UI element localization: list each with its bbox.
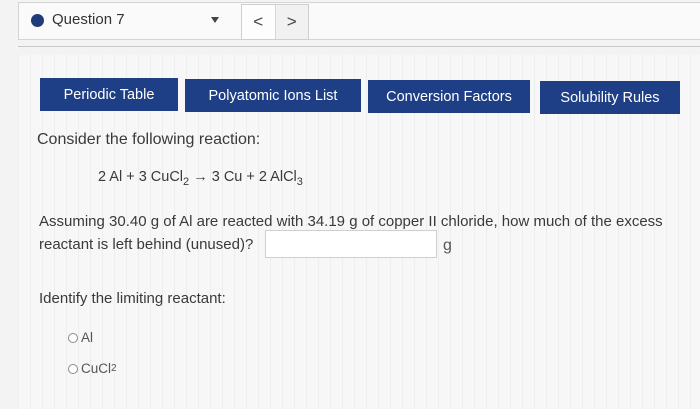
periodic-table-button[interactable]: Periodic Table: [40, 78, 178, 111]
question-nav: < >: [241, 4, 309, 40]
option-cucl2-subscript: 2: [111, 363, 117, 374]
option-al[interactable]: Al: [68, 330, 93, 345]
question-label[interactable]: Question 7: [52, 11, 125, 28]
conversion-factors-button[interactable]: Conversion Factors: [368, 80, 530, 113]
equation-reactants: 2 Al + 3 CuCl: [98, 169, 184, 185]
reaction-equation: 2 Al + 3 CuCl2 → 3 Cu + 2 AlCl3: [98, 169, 303, 188]
answer-unit-label: g: [443, 237, 452, 254]
option-cucl2-label: CuCl: [81, 361, 112, 376]
limiting-reactant-prompt: Identify the limiting reactant:: [39, 290, 226, 307]
solubility-rules-button[interactable]: Solubility Rules: [540, 81, 680, 114]
next-question-button[interactable]: >: [274, 5, 308, 39]
question-status-dot-icon: [31, 14, 44, 27]
reaction-intro-text: Consider the following reaction:: [37, 131, 261, 148]
header-divider: [18, 46, 700, 47]
excess-answer-input[interactable]: [265, 230, 437, 258]
radio-cucl2[interactable]: [68, 363, 78, 374]
prev-question-button[interactable]: <: [242, 5, 275, 39]
polyatomic-ions-button[interactable]: Polyatomic Ions List: [185, 79, 361, 112]
equation-products: → 3 Cu + 2 AlCl: [189, 169, 297, 185]
question-header-bar: Question 7 < >: [18, 2, 700, 40]
option-al-label: Al: [81, 330, 94, 345]
question-dropdown-icon[interactable]: [211, 17, 219, 23]
radio-al[interactable]: [68, 332, 78, 343]
option-cucl2[interactable]: CuCl 2: [68, 361, 117, 376]
equation-subscript-2: 3: [296, 175, 303, 188]
